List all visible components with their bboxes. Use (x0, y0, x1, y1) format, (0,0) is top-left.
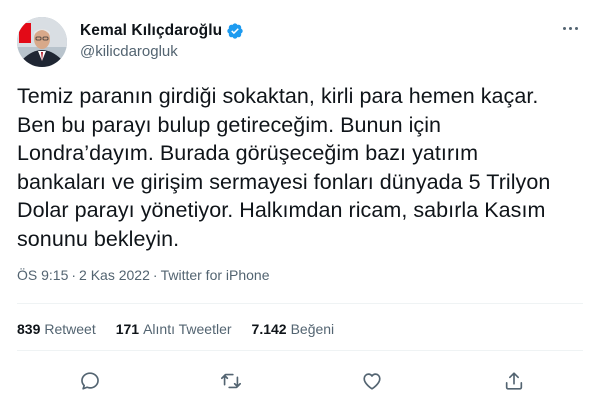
retweets-count: 839 (17, 321, 41, 337)
more-options-icon[interactable] (557, 15, 583, 41)
retweet-button[interactable] (218, 368, 244, 394)
quotes-stat[interactable]: 171 Alıntı Tweetler (116, 321, 232, 337)
tweet-actions (0, 368, 600, 394)
likes-count: 7.142 (251, 321, 287, 337)
like-button[interactable] (359, 368, 385, 394)
retweets-label: Retweet (44, 321, 96, 337)
likes-label: Beğeni (290, 321, 335, 337)
retweets-stat[interactable]: 839 Retweet (17, 321, 96, 337)
quotes-count: 171 (115, 321, 140, 337)
tweet-meta: ÖS 9:15 · 2 Kas 2022 · Twitter for iPhon… (17, 267, 270, 283)
tweet-text: Temiz paranın girdiği sokaktan, kirli pa… (17, 84, 551, 251)
display-name[interactable]: Kemal Kılıçdaroğlu (80, 22, 222, 40)
tweet-time[interactable]: ÖS 9:15 (17, 267, 68, 283)
tweet-card: Kemal Kılıçdaroğlu @kilicdarogluk Temiz … (0, 0, 600, 407)
quotes-label: Alıntı Tweetler (143, 321, 232, 337)
likes-stat[interactable]: 7.142 Beğeni (252, 321, 335, 337)
like-icon (363, 373, 381, 390)
share-icon (505, 372, 523, 390)
avatar-image (17, 17, 67, 67)
retweet-icon (221, 373, 241, 389)
share-button[interactable] (501, 368, 527, 394)
reply-icon (81, 372, 99, 390)
meta-separator: · (152, 267, 158, 283)
tweet-date[interactable]: 2 Kas 2022 (79, 267, 150, 283)
author-names: Kemal Kılıçdaroğlu @kilicdarogluk (80, 20, 244, 60)
avatar[interactable] (17, 17, 67, 67)
display-name-row: Kemal Kılıçdaroğlu (80, 20, 244, 42)
handle[interactable]: @kilicdarogluk (80, 43, 244, 60)
tweet-source[interactable]: Twitter for iPhone (161, 267, 270, 283)
meta-separator: · (71, 267, 77, 283)
verified-badge-icon (226, 22, 244, 40)
reply-button[interactable] (77, 368, 103, 394)
divider (17, 303, 583, 304)
tweet-header: Kemal Kılıçdaroğlu @kilicdarogluk (17, 15, 583, 69)
tweet-stats: 839 Retweet 171 Alıntı Tweetler 7.142 Beğen… (17, 321, 334, 337)
divider (17, 350, 583, 351)
